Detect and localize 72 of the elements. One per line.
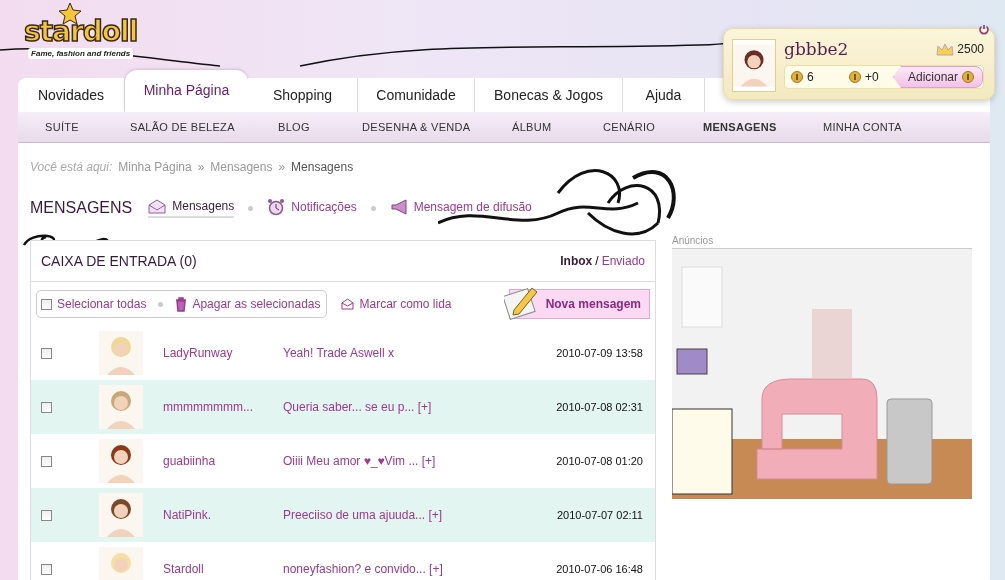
view-separator: / [595, 254, 599, 268]
breadcrumb-separator: » [278, 160, 286, 174]
nav-tab[interactable]: Shopping [248, 78, 358, 112]
checkbox[interactable] [41, 298, 52, 310]
message-checkbox[interactable] [41, 563, 52, 575]
starcoin-icon [849, 71, 861, 83]
coin-icon [791, 71, 803, 83]
logo-tagline: Fame, fashion and friends [28, 48, 134, 59]
message-subject[interactable]: noneyfashion? e convido... [+] [283, 562, 525, 576]
megaphone-icon [389, 199, 408, 215]
breadcrumb-label: Você está aqui: [30, 160, 113, 174]
message-subject[interactable]: Oiiii Meu amor ♥_♥Vim ... [+] [283, 454, 525, 468]
sender-name[interactable]: LadyRunway [163, 346, 283, 360]
select-all-label[interactable]: Selecionar todas [57, 297, 147, 311]
sub-nav-link[interactable]: MENSAGENS [703, 121, 777, 133]
message-date: 2010-07-08 02:31 [555, 401, 644, 413]
add-coins-button[interactable]: Adicionar [892, 66, 983, 88]
coin-count: 6 [807, 70, 814, 84]
section-title: MENSAGENS [30, 199, 133, 217]
sub-nav-link[interactable]: MINHA CONTA [823, 121, 902, 133]
nav-tab[interactable]: Minha Página [125, 70, 248, 112]
message-date: 2010-07-07 02:11 [555, 509, 644, 521]
message-checkbox[interactable] [41, 509, 52, 521]
message-date: 2010-07-06 16:48 [555, 563, 644, 575]
sender-avatar [99, 385, 143, 429]
alarm-clock-icon [267, 198, 286, 216]
nav-tab[interactable]: Bonecas & Jogos [475, 78, 623, 112]
sub-nav-link[interactable]: CENÁRIO [603, 121, 656, 133]
message-date: 2010-07-09 13:58 [555, 347, 644, 359]
sender-name[interactable]: guabiinha [163, 454, 283, 468]
section-link[interactable]: Notificações [267, 198, 357, 218]
nav-tab[interactable]: Comunidade [358, 78, 475, 112]
crown-count: 2500 [957, 42, 984, 56]
power-icon [978, 23, 990, 35]
sender-name[interactable]: mmmmmmmm... [163, 400, 283, 414]
message-checkbox[interactable] [41, 455, 52, 467]
folder-link[interactable]: Inbox [560, 254, 593, 268]
envelope-icon [148, 198, 167, 214]
inbox-title: CAIXA DE ENTRADA (0) [41, 253, 197, 269]
sub-nav-link[interactable]: ÁLBUM [512, 121, 552, 133]
breadcrumb-separator: » [197, 160, 205, 174]
nav-tab[interactable]: Ajuda [623, 78, 705, 112]
username[interactable]: gbbbe2 [784, 39, 849, 59]
envelope-icon [341, 298, 355, 310]
sub-nav-link[interactable]: DESENHA & VENDA [362, 121, 471, 133]
section-link[interactable]: Mensagens [148, 198, 235, 218]
nav-tab[interactable]: Novidades [18, 78, 125, 112]
sender-avatar [99, 493, 143, 537]
message-date: 2010-07-08 01:20 [555, 455, 644, 467]
message-subject[interactable]: Queria saber... se eu p... [+] [283, 400, 525, 414]
sub-nav-link[interactable]: SUÍTE [45, 121, 79, 133]
message-subject[interactable]: Preeciiso de uma ajuuda... [+] [283, 508, 525, 522]
ad-label: Anúncios [672, 236, 715, 246]
mark-read-button[interactable]: Marcar como lida [341, 297, 452, 311]
sender-avatar [99, 331, 143, 375]
folder-link[interactable]: Enviado [601, 254, 645, 268]
sub-nav-link[interactable]: SALÃO DE BELEZA [130, 121, 235, 133]
trash-icon [175, 296, 188, 312]
message-checkbox[interactable] [41, 347, 52, 359]
section-link[interactable]: Mensagem de difusão [389, 199, 532, 217]
coin-icon [962, 71, 974, 83]
delete-selected-button[interactable]: Apagar as selecionadas [175, 296, 321, 312]
sender-name[interactable]: Stardoll [163, 562, 283, 576]
sender-avatar [99, 547, 143, 580]
sub-nav-link[interactable]: BLOG [278, 121, 310, 133]
starcoin-count: +0 [865, 70, 879, 84]
message-subject[interactable]: Yeah! Trade Aswell x [283, 346, 525, 360]
breadcrumb-current: Mensagens [291, 160, 354, 174]
sender-avatar [99, 439, 143, 483]
sender-name[interactable]: NatiPink. [163, 508, 283, 522]
crown-icon [936, 42, 955, 56]
message-checkbox[interactable] [41, 401, 52, 413]
